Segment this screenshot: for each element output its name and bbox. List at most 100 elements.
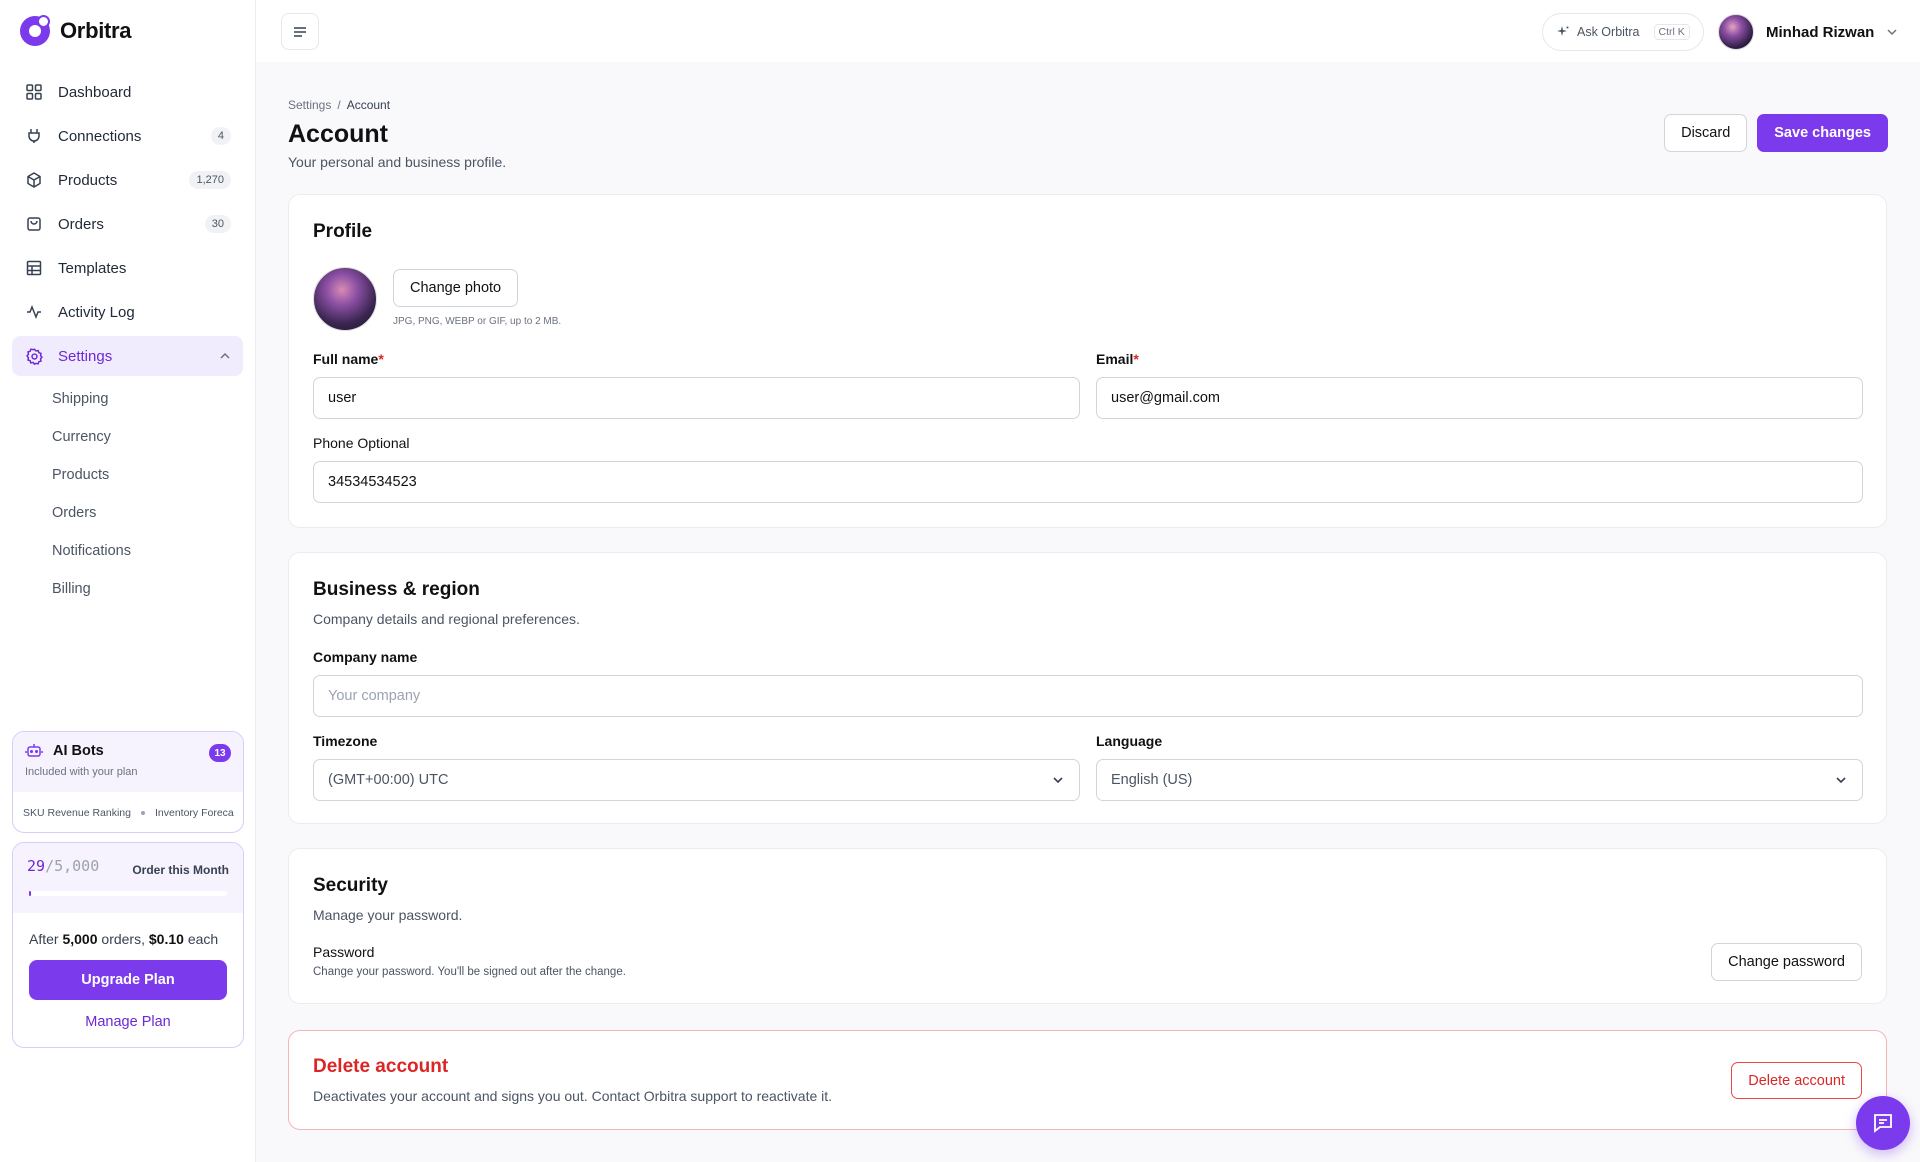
plug-icon — [24, 126, 44, 146]
sidebar-item-label: Settings — [58, 347, 113, 365]
sidebar-item-settings[interactable]: Settings — [12, 336, 243, 376]
user-name: Minhad Rizwan — [1766, 23, 1875, 41]
page-actions: Discard Save changes — [1664, 114, 1888, 152]
sparkle-icon — [1557, 26, 1569, 38]
user-menu[interactable]: Minhad Rizwan — [1718, 13, 1898, 51]
activity-icon — [24, 302, 44, 322]
bag-icon — [24, 214, 44, 234]
sidebar-subitem-notifications[interactable]: Notifications — [52, 532, 255, 570]
required-mark: * — [378, 351, 384, 367]
chevron-down-icon — [1886, 26, 1898, 38]
sidebar-subitem-shipping[interactable]: Shipping — [52, 380, 255, 418]
security-desc: Manage your password. — [313, 907, 463, 923]
breadcrumb-current: Account — [346, 98, 391, 112]
ask-orbitra-label: Ask Orbitra — [1577, 25, 1640, 39]
brand-name: Orbitra — [60, 18, 132, 43]
ask-orbitra-button[interactable]: Ask Orbitra Ctrl K — [1542, 13, 1704, 51]
email-label-text: Email — [1096, 351, 1134, 367]
overage-suffix: each — [187, 931, 219, 947]
menu-toggle-button[interactable] — [281, 13, 319, 50]
ai-bots-title-text: AI Bots — [53, 743, 104, 759]
count-badge: 30 — [204, 215, 231, 233]
separator-dot — [140, 811, 145, 815]
overage-mid: orders, — [101, 931, 145, 947]
delete-account-title: Delete account — [313, 1056, 449, 1077]
ai-bots-header: AI Bots Included with your plan 13 — [13, 732, 243, 792]
breadcrumb-settings[interactable]: Settings — [288, 98, 331, 112]
email-field[interactable]: user@gmail.com — [1096, 377, 1863, 419]
bot-item[interactable]: SKU Revenue Ranking — [23, 807, 131, 819]
business-desc: Company details and regional preferences… — [313, 611, 580, 627]
ai-bots-subtitle: Included with your plan — [25, 766, 138, 778]
sidebar-subitem-products[interactable]: Products — [52, 456, 255, 494]
main-nav: Dashboard Connections 4 Products 1,270 O… — [0, 62, 255, 376]
sidebar-item-products[interactable]: Products 1,270 — [12, 160, 243, 200]
phone-field[interactable]: 34534534523 — [313, 461, 1863, 503]
save-changes-button[interactable]: Save changes — [1757, 114, 1888, 152]
sidebar-item-connections[interactable]: Connections 4 — [12, 116, 243, 156]
sidebar-item-label: Activity Log — [58, 303, 135, 321]
avatar — [1718, 14, 1754, 50]
sidebar-subitem-billing[interactable]: Billing — [52, 570, 255, 608]
usage-progress-fill — [29, 891, 32, 896]
plan-usage-header: 29/5,000 Order this Month — [13, 843, 243, 913]
security-title: Security — [313, 875, 388, 896]
full-name-label-text: Full name — [313, 351, 379, 367]
timezone-value: (GMT+00:00) UTC — [328, 772, 449, 788]
password-label: Password — [313, 944, 375, 960]
change-password-button[interactable]: Change password — [1711, 943, 1862, 981]
chevron-up-icon[interactable] — [219, 350, 231, 362]
chevron-down-icon — [1051, 773, 1065, 787]
overage-note: After 5,000 orders, $0.10 each — [13, 913, 243, 947]
sidebar-item-orders[interactable]: Orders 30 — [12, 204, 243, 244]
brand[interactable]: Orbitra — [0, 0, 255, 62]
breadcrumb: Settings / Account — [288, 98, 1888, 112]
orders-used: 29 — [27, 857, 46, 875]
usage-progress-bar — [29, 891, 227, 896]
menu-icon — [293, 26, 307, 38]
sidebar-subitem-orders[interactable]: Orders — [52, 494, 255, 532]
full-name-field[interactable]: user — [313, 377, 1080, 419]
count-badge: 1,270 — [189, 171, 231, 189]
sidebar-item-label: Orders — [58, 215, 104, 233]
box-icon — [24, 170, 44, 190]
ai-bots-list: SKU Revenue Ranking Inventory Foreca — [13, 792, 243, 832]
company-name-input[interactable]: Your company — [313, 675, 1863, 717]
required-mark: * — [1133, 351, 1139, 367]
security-card: Security Manage your password. Password … — [288, 848, 1887, 1004]
full-name-label: Full name* — [313, 351, 384, 367]
change-photo-button[interactable]: Change photo — [393, 269, 519, 307]
sidebar-subitem-currency[interactable]: Currency — [52, 418, 255, 456]
chat-button[interactable] — [1856, 1096, 1910, 1150]
grid-icon — [24, 82, 44, 102]
language-label: Language — [1096, 733, 1163, 749]
language-select[interactable]: English (US) — [1096, 759, 1863, 801]
sidebar-item-templates[interactable]: Templates — [12, 248, 243, 288]
profile-title: Profile — [313, 221, 373, 242]
order-usage-label: Order this Month — [132, 863, 229, 877]
delete-account-card: Delete account Deactivates your account … — [288, 1030, 1887, 1130]
sidebar-item-activity-log[interactable]: Activity Log — [12, 292, 243, 332]
table-icon — [24, 258, 44, 278]
overage-prefix: After — [29, 931, 59, 947]
breadcrumb-separator: / — [337, 98, 341, 112]
profile-photo — [313, 267, 377, 331]
sidebar-item-label: Dashboard — [58, 83, 132, 101]
gear-icon — [24, 346, 44, 366]
main-content: Settings / Account Account Your personal… — [288, 62, 1888, 1130]
profile-card: Profile Change photo JPG, PNG, WEBP or G… — [288, 194, 1887, 528]
discard-button[interactable]: Discard — [1664, 114, 1748, 152]
manage-plan-link[interactable]: Manage Plan — [13, 1014, 243, 1030]
timezone-label: Timezone — [313, 733, 378, 749]
page-title: Account — [288, 120, 388, 148]
page-subtitle: Your personal and business profile. — [288, 154, 507, 170]
sidebar: Orbitra Dashboard Connections 4 Products… — [0, 0, 256, 1162]
sidebar-item-dashboard[interactable]: Dashboard — [12, 72, 243, 112]
bot-item[interactable]: Inventory Foreca — [155, 807, 234, 819]
ai-bots-card[interactable]: AI Bots Included with your plan 13 SKU R… — [12, 731, 244, 833]
robot-icon — [25, 742, 43, 760]
delete-account-button[interactable]: Delete account — [1731, 1062, 1862, 1099]
upgrade-plan-button[interactable]: Upgrade Plan — [29, 960, 227, 1000]
plan-usage-card: 29/5,000 Order this Month After 5,000 or… — [12, 842, 244, 1048]
timezone-select[interactable]: (GMT+00:00) UTC — [313, 759, 1080, 801]
